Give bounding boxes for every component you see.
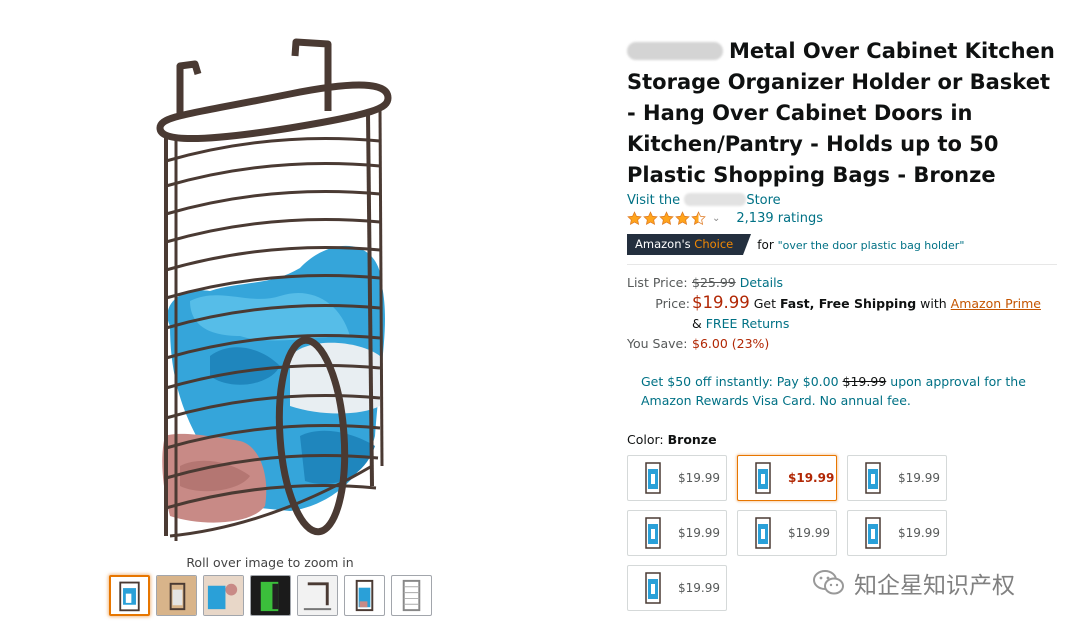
color-value: Bronze: [667, 432, 717, 447]
main-product-image[interactable]: [150, 36, 395, 550]
swatch-thumbnail: [645, 462, 661, 494]
swatch-thumbnail: [755, 517, 771, 549]
chevron-down-icon[interactable]: ⌄: [712, 213, 720, 224]
star-rating[interactable]: [627, 211, 706, 226]
thumbnail-7[interactable]: [391, 575, 432, 616]
swatch-thumbnail: [865, 517, 881, 549]
color-swatch[interactable]: $19.99: [737, 510, 837, 556]
divider: [627, 264, 1057, 265]
wechat-icon: [813, 570, 844, 595]
list-price-label: List Price:: [627, 275, 688, 290]
swatch-price: $19.99: [678, 581, 720, 595]
thumbnail-5[interactable]: [297, 575, 338, 616]
swatch-price: $19.99: [678, 471, 720, 485]
thumbnail-4[interactable]: [250, 575, 291, 616]
rewards-card-promo[interactable]: Get $50 off instantly: Pay $0.00 $19.99 …: [641, 372, 1041, 410]
watermark-text: 知企星知识产权: [854, 573, 1015, 599]
price-row: Price: $19.99 Get Fast, Free Shipping wi…: [627, 293, 1057, 314]
thumbnail-2[interactable]: [156, 575, 197, 616]
you-save-value: $6.00 (23%): [692, 336, 770, 351]
thumbnail-3[interactable]: [203, 575, 244, 616]
price-label: Price:: [655, 296, 690, 311]
color-label: Color: Bronze: [627, 432, 717, 447]
rating-row: ⌄ 2,139 ratings: [627, 211, 1057, 226]
you-save-row: You Save: $6.00 (23%): [627, 334, 1057, 354]
free-returns-link[interactable]: FREE Returns: [706, 316, 790, 331]
swatch-thumbnail: [645, 517, 661, 549]
redacted-brand: [627, 42, 723, 60]
swatch-thumbnail: [755, 462, 771, 494]
redacted-store-name: [684, 193, 747, 206]
swatch-price: $19.99: [788, 526, 830, 540]
choice-keyword-link[interactable]: "over the door plastic bag holder": [778, 239, 965, 252]
current-price: $19.99: [692, 293, 750, 312]
amazon-prime-link[interactable]: Amazon Prime: [951, 296, 1041, 311]
amazons-choice-row: Amazon's Choice for "over the door plast…: [627, 234, 1057, 255]
price-table: List Price: $25.99 Details Price: $19.99…: [627, 273, 1057, 354]
fast-free-shipping: Fast, Free Shipping: [779, 296, 917, 311]
zoom-hint: Roll over image to zoom in: [186, 555, 354, 570]
you-save-label: You Save:: [627, 336, 688, 351]
swatch-price: $19.99: [788, 471, 835, 485]
product-photo-illustration: [156, 38, 392, 541]
star-icon: [659, 211, 674, 225]
product-title: Metal Over Cabinet Kitchen Storage Organ…: [627, 39, 1055, 187]
visit-store-link[interactable]: Visit the Store: [627, 193, 1057, 209]
thumbnail-1[interactable]: [109, 575, 150, 616]
choice-keyword-text: for "over the door plastic bag holder": [757, 237, 965, 252]
swatch-thumbnail: [865, 462, 881, 494]
color-swatch[interactable]: $19.99: [627, 455, 727, 501]
watermark: 知企星知识产权: [812, 566, 1015, 600]
list-price-row: List Price: $25.99 Details: [627, 273, 1057, 293]
star-icon: [643, 211, 658, 225]
color-swatch[interactable]: $19.99: [737, 455, 837, 501]
color-swatch[interactable]: $19.99: [847, 455, 947, 501]
star-icon: [627, 211, 642, 225]
color-swatch[interactable]: $19.99: [627, 565, 727, 611]
product-details: Metal Over Cabinet Kitchen Storage Organ…: [627, 36, 1057, 611]
thumbnail-strip: [109, 575, 432, 616]
thumbnail-6[interactable]: [344, 575, 385, 616]
color-swatch[interactable]: $19.99: [847, 510, 947, 556]
details-link[interactable]: Details: [740, 275, 783, 290]
swatch-price: $19.99: [898, 526, 940, 540]
swatch-price: $19.99: [678, 526, 720, 540]
star-icon: [675, 211, 690, 225]
amazons-choice-badge: Amazon's Choice: [627, 234, 752, 255]
ratings-count-link[interactable]: 2,139 ratings: [736, 211, 823, 226]
swatch-thumbnail: [645, 572, 661, 604]
color-swatch[interactable]: $19.99: [627, 510, 727, 556]
swatch-price: $19.99: [898, 471, 940, 485]
list-price-value: $25.99: [692, 275, 736, 290]
star-icon: [691, 211, 706, 225]
free-returns-row: & FREE Returns: [692, 316, 790, 331]
